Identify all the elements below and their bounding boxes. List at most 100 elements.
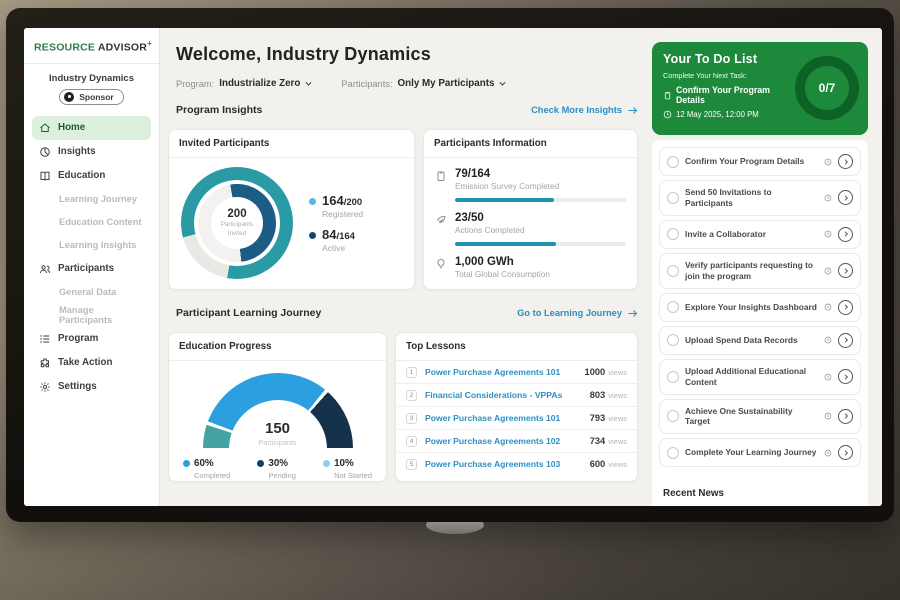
main-content: Welcome, Industry Dynamics Program: Indu… bbox=[168, 28, 638, 506]
sidebar: RESOURCE ADVISOR+ Industry Dynamics Spon… bbox=[24, 28, 160, 506]
sidebar-item-insights[interactable]: Insights bbox=[32, 140, 151, 164]
task-checkbox[interactable] bbox=[667, 447, 679, 459]
task-go-button[interactable] bbox=[838, 409, 853, 424]
sidebar-item-take-action[interactable]: Take Action bbox=[32, 351, 151, 375]
lesson-link[interactable]: Power Purchase Agreements 102 bbox=[425, 436, 582, 446]
book-icon bbox=[39, 170, 51, 182]
todo-task-row[interactable]: Upload Spend Data Records bbox=[659, 326, 861, 355]
gear-icon bbox=[39, 381, 51, 393]
sidebar-item-home[interactable]: Home bbox=[32, 116, 151, 140]
arrow-right-icon bbox=[627, 308, 638, 319]
leaf-check-icon bbox=[435, 214, 447, 226]
todo-task-row[interactable]: Verify participants requesting to join t… bbox=[659, 253, 861, 289]
participants-filter-dropdown[interactable]: Participants: Only My Participants bbox=[341, 78, 507, 89]
chevron-right-icon bbox=[842, 336, 850, 344]
lesson-row: 2 Financial Considerations - VPPAs 803vi… bbox=[396, 384, 637, 407]
task-go-button[interactable] bbox=[838, 190, 853, 205]
lesson-link[interactable]: Power Purchase Agreements 101 bbox=[425, 413, 582, 423]
task-label: Achieve One Sustainability Target bbox=[685, 406, 818, 428]
sidebar-item-learning-journey[interactable]: Learning Journey bbox=[32, 188, 151, 211]
sponsor-badge[interactable]: Sponsor bbox=[59, 89, 123, 105]
chevron-right-icon bbox=[842, 373, 850, 381]
task-checkbox[interactable] bbox=[667, 301, 679, 313]
participants-filter-value: Only My Participants bbox=[398, 78, 495, 89]
clock-icon bbox=[824, 412, 832, 420]
chevron-right-icon bbox=[842, 230, 850, 238]
section-title: Participant Learning Journey bbox=[176, 307, 321, 319]
lesson-link[interactable]: Power Purchase Agreements 103 bbox=[425, 459, 582, 469]
page-title: Welcome, Industry Dynamics bbox=[176, 44, 431, 65]
sidebar-item-education[interactable]: Education bbox=[32, 164, 151, 188]
lesson-link[interactable]: Power Purchase Agreements 101 bbox=[425, 367, 577, 377]
sidebar-item-general-data[interactable]: General Data bbox=[32, 281, 151, 304]
sidebar-item-program[interactable]: Program bbox=[32, 327, 151, 351]
go-to-learning-journey-link[interactable]: Go to Learning Journey bbox=[517, 308, 638, 319]
lesson-link[interactable]: Financial Considerations - VPPAs bbox=[425, 390, 582, 400]
sidebar-item-participants[interactable]: Participants bbox=[32, 257, 151, 281]
education-gauge-chart: 150 Participants bbox=[203, 373, 353, 449]
todo-task-list: Confirm Your Program Details Send 50 Inv… bbox=[652, 140, 868, 496]
info-value: 79/164 bbox=[455, 168, 559, 180]
task-go-button[interactable] bbox=[838, 154, 853, 169]
task-checkbox[interactable] bbox=[667, 228, 679, 240]
link-label: Go to Learning Journey bbox=[517, 308, 622, 318]
people-icon bbox=[39, 263, 51, 275]
program-filter-dropdown[interactable]: Program: Industrialize Zero bbox=[176, 78, 313, 89]
todo-task-row[interactable]: Confirm Your Program Details bbox=[659, 147, 861, 176]
task-go-button[interactable] bbox=[838, 300, 853, 315]
legend-dot-pending bbox=[257, 460, 264, 467]
task-go-button[interactable] bbox=[838, 227, 853, 242]
task-checkbox[interactable] bbox=[667, 371, 679, 383]
actions-progress-bar bbox=[455, 242, 626, 246]
donut-inner-ring: 200 Participants Invited bbox=[198, 184, 276, 262]
task-checkbox[interactable] bbox=[667, 265, 679, 277]
donut-center: 200 Participants Invited bbox=[211, 197, 263, 249]
chevron-right-icon bbox=[842, 412, 850, 420]
todo-task-row[interactable]: Invite a Collaborator bbox=[659, 220, 861, 249]
sidebar-item-learning-insights[interactable]: Learning Insights bbox=[32, 234, 151, 257]
check-more-insights-link[interactable]: Check More Insights bbox=[531, 105, 638, 116]
clock-icon bbox=[824, 230, 832, 238]
lesson-rank: 4 bbox=[406, 436, 417, 447]
gauge-legend: 60% Completed 30% Pending 10% Not Starte… bbox=[183, 458, 372, 480]
todo-task-row[interactable]: Explore Your Insights Dashboard bbox=[659, 293, 861, 322]
education-progress-card: Education Progress 150 Participants 60% … bbox=[168, 332, 387, 482]
clipboard-icon bbox=[663, 91, 672, 100]
legend-item: 60% Completed bbox=[183, 458, 230, 480]
sidebar-item-settings[interactable]: Settings bbox=[32, 375, 151, 399]
todo-task-row[interactable]: Complete Your Learning Journey bbox=[659, 438, 861, 467]
sidebar-item-label: Learning Insights bbox=[59, 240, 136, 250]
card-title: Education Progress bbox=[169, 333, 386, 361]
legend-dot-completed bbox=[183, 460, 190, 467]
task-label: Verify participants requesting to join t… bbox=[685, 260, 818, 282]
todo-task-row[interactable]: Send 50 Invitations to Participants bbox=[659, 180, 861, 216]
logo-primary: RESOURCE bbox=[34, 42, 95, 54]
card-title: Top Lessons bbox=[396, 333, 637, 361]
todo-task-row[interactable]: Achieve One Sustainability Target bbox=[659, 399, 861, 435]
task-checkbox[interactable] bbox=[667, 192, 679, 204]
sidebar-item-education-content[interactable]: Education Content bbox=[32, 211, 151, 234]
todo-progress-value: 0/7 bbox=[819, 81, 836, 95]
task-checkbox[interactable] bbox=[667, 334, 679, 346]
clock-icon bbox=[824, 303, 832, 311]
task-checkbox[interactable] bbox=[667, 410, 679, 422]
donut-legend: 164/200 Registered 84/164 Active bbox=[309, 185, 363, 261]
monitor-bezel: RESOURCE ADVISOR+ Industry Dynamics Spon… bbox=[6, 8, 894, 522]
sidebar-item-label: Education bbox=[58, 170, 105, 181]
sidebar-item-label: Education Content bbox=[59, 217, 142, 227]
logo-plus: + bbox=[147, 39, 152, 48]
todo-task-row[interactable]: Upload Additional Educational Content bbox=[659, 359, 861, 395]
sidebar-item-manage-participants[interactable]: Manage Participants bbox=[32, 304, 151, 327]
task-go-button[interactable] bbox=[838, 445, 853, 460]
chevron-down-icon bbox=[304, 79, 313, 88]
participants-filter-label: Participants: bbox=[341, 79, 392, 89]
sidebar-item-label: Insights bbox=[58, 146, 96, 157]
clock-icon bbox=[663, 110, 672, 119]
task-go-button[interactable] bbox=[838, 333, 853, 348]
org-name: Industry Dynamics bbox=[24, 73, 159, 84]
task-label: Confirm Your Program Details bbox=[685, 156, 818, 167]
task-checkbox[interactable] bbox=[667, 156, 679, 168]
task-go-button[interactable] bbox=[838, 369, 853, 384]
insights-pie-icon bbox=[39, 146, 51, 158]
task-go-button[interactable] bbox=[838, 263, 853, 278]
